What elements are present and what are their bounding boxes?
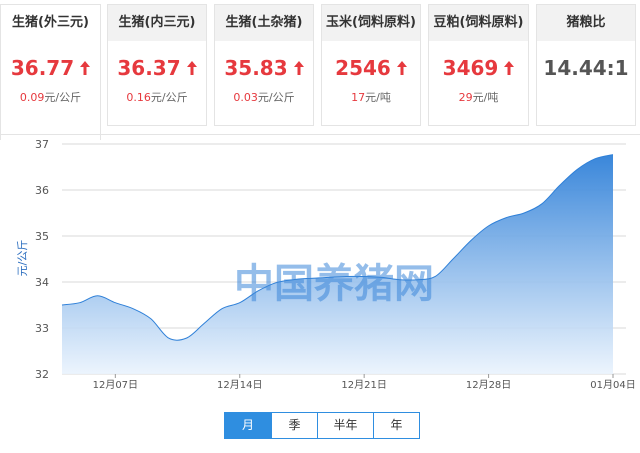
card-corn[interactable]: 玉米(饲料原料) 2546 17元/吨 (321, 4, 421, 126)
up-arrow-icon (396, 55, 407, 81)
card-soybean-meal[interactable]: 豆粕(饲料原料) 3469 29元/吨 (428, 4, 529, 126)
card-price: 35.83 (215, 55, 313, 81)
up-arrow-icon (504, 55, 515, 81)
card-pig-grain-ratio[interactable]: 猪粮比 14.44:1 (536, 4, 636, 126)
tab-quarter[interactable]: 季 (271, 413, 317, 438)
card-title: 生猪(内三元) (108, 5, 206, 41)
card-change: 0.03元/公斤 (233, 91, 295, 104)
card-change: 0.09元/公斤 (19, 91, 82, 104)
card-title: 生猪(外三元) (1, 5, 100, 41)
card-change: 17元/吨 (351, 91, 391, 104)
card-change: 0.16元/公斤 (126, 91, 188, 104)
card-title: 豆粕(饲料原料) (429, 5, 528, 41)
card-change: 29元/吨 (458, 91, 499, 104)
card-pig-tu-za-zhu[interactable]: 生猪(土杂猪) 35.83 0.03元/公斤 (214, 4, 314, 126)
card-title: 猪粮比 (537, 5, 635, 41)
card-price: 14.44:1 (543, 56, 629, 80)
up-arrow-icon (80, 55, 91, 81)
card-price: 2546 (322, 55, 420, 81)
up-arrow-icon (293, 55, 304, 81)
tab-month[interactable]: 月 (225, 413, 271, 438)
chart-panel (0, 134, 640, 453)
tab-year[interactable]: 年 (373, 413, 419, 438)
tab-half-year[interactable]: 半年 (317, 413, 373, 438)
period-tabs: 月 季 半年 年 (224, 412, 420, 439)
card-price: 3469 (429, 55, 528, 81)
card-title: 玉米(饲料原料) (322, 5, 420, 41)
card-price: 36.77 (1, 55, 100, 81)
card-pig-wai-san-yuan[interactable]: 生猪(外三元) 36.77 0.09元/公斤 (0, 4, 101, 140)
up-arrow-icon (186, 55, 197, 81)
card-title: 生猪(土杂猪) (215, 5, 313, 41)
card-pig-nei-san-yuan[interactable]: 生猪(内三元) 36.37 0.16元/公斤 (107, 4, 207, 126)
card-price: 36.37 (108, 55, 206, 81)
price-cards: 生猪(外三元) 36.77 0.09元/公斤 生猪(内三元) 36.37 0.1… (0, 0, 640, 140)
